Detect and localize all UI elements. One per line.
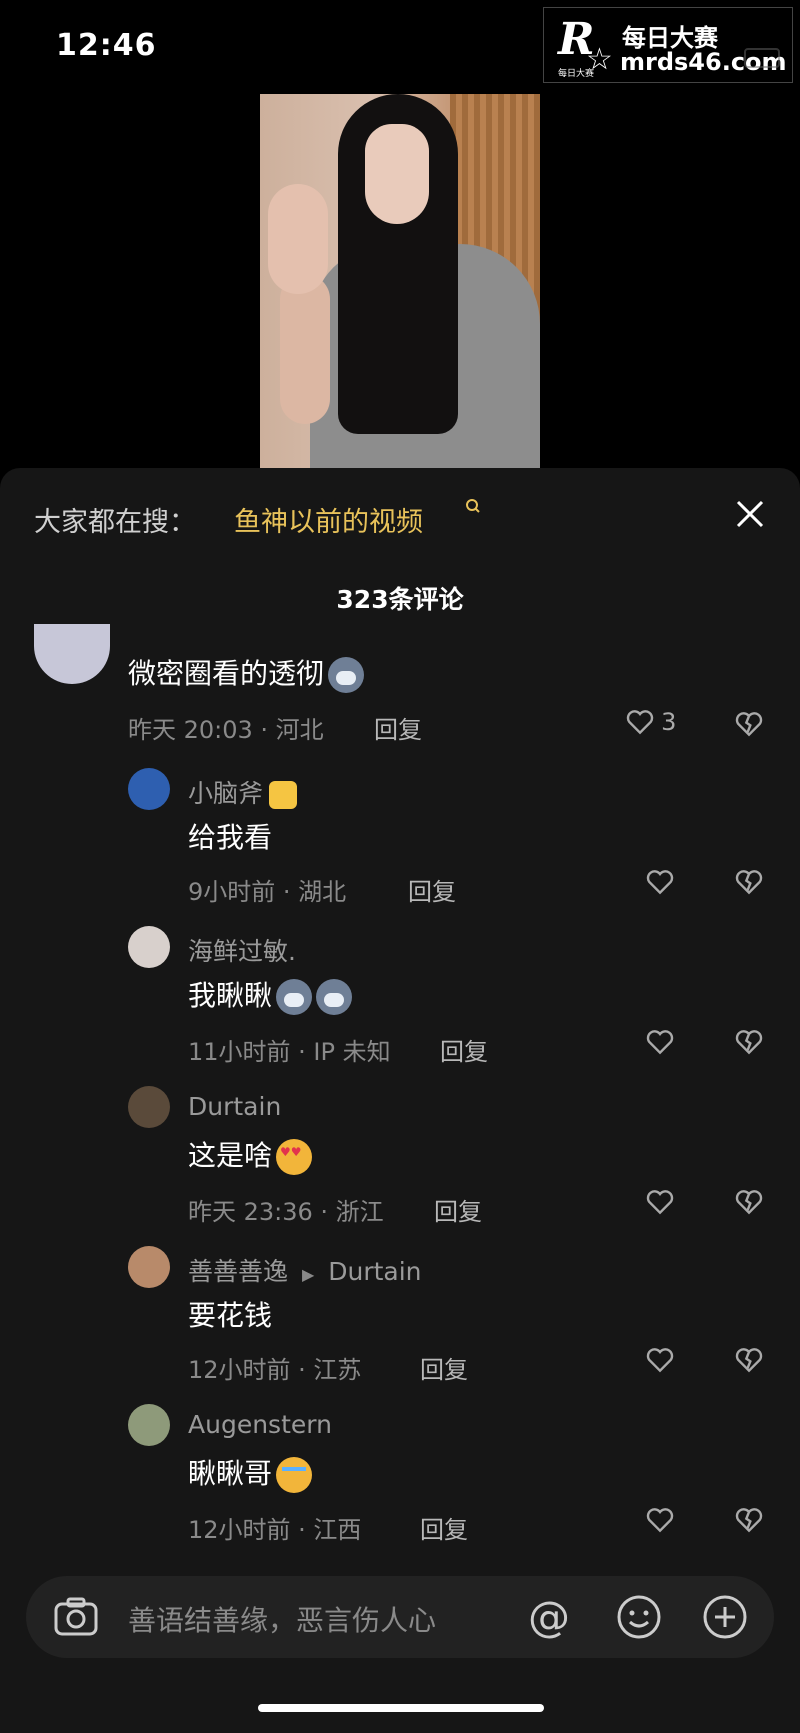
comment-text: 给我看: [188, 821, 273, 854]
search-icon[interactable]: [465, 498, 481, 525]
comment-text: 微密圈看的透彻: [128, 652, 365, 693]
comment-text-content: 瞅瞅哥: [188, 1457, 273, 1490]
dislike-icon[interactable]: [733, 1026, 767, 1060]
like-button[interactable]: 3: [624, 706, 694, 744]
reply-to-name: Durtain: [328, 1257, 422, 1286]
cat-emoji-icon: [269, 781, 298, 809]
video-figure-face: [365, 124, 429, 224]
emoji-icon[interactable]: [616, 1594, 662, 1644]
comment-text: 这是啥: [188, 1134, 313, 1175]
comment-meta: 昨天 20:03 · 河北: [128, 716, 324, 744]
comment-text-content: 我瞅瞅: [188, 979, 273, 1012]
play-arrow-icon: ▶: [301, 1265, 315, 1284]
comment-author: 小脑斧: [188, 774, 298, 810]
comment-text-content: 这是啥: [188, 1139, 273, 1172]
dislike-icon[interactable]: [733, 866, 767, 900]
video-figure-arm: [280, 274, 330, 424]
dislike-icon[interactable]: [733, 1504, 767, 1538]
comment-meta: 9小时前 · 湖北: [188, 878, 347, 906]
avatar[interactable]: [128, 1086, 170, 1128]
watermark-logo: R ☆ 每日大赛 每日大赛 mrds46.com: [543, 7, 793, 83]
comment-meta: 昨天 23:36 · 浙江: [188, 1198, 384, 1226]
comment-text: 瞅瞅哥: [188, 1452, 313, 1493]
dislike-icon[interactable]: [733, 1344, 767, 1378]
heart-icon[interactable]: [644, 866, 678, 900]
search-suggest-keyword[interactable]: 鱼神以前的视频: [234, 500, 423, 539]
comment-author: Durtain: [188, 1092, 282, 1121]
comment-meta: 11小时前 · IP 未知: [188, 1038, 391, 1066]
crying-emoji-icon: [276, 1457, 313, 1493]
close-icon[interactable]: [730, 494, 770, 534]
comments-count: 323条评论: [336, 585, 464, 614]
comment-text-content: 微密圈看的透彻: [128, 657, 325, 690]
reply-button[interactable]: 回复: [434, 1192, 482, 1227]
watermark-small: 每日大赛: [558, 69, 595, 79]
comment-author: 善善善逸 ▶ Durtain: [188, 1252, 422, 1288]
heart-icon: [626, 710, 654, 735]
comment-author: Augenstern: [188, 1410, 332, 1439]
comment-input[interactable]: 善语结善缘，恶言伤人心: [128, 1599, 436, 1639]
comment-text: 我瞅瞅: [188, 974, 353, 1015]
comment-meta: 12小时前 · 江苏: [188, 1356, 362, 1384]
author-name: 善善善逸: [188, 1257, 289, 1286]
reply-button[interactable]: 回复: [374, 710, 422, 745]
reply-button[interactable]: 回复: [408, 872, 456, 907]
cat-emoji-icon: [328, 657, 365, 693]
camera-icon[interactable]: [52, 1596, 100, 1642]
battery-icon: [744, 48, 780, 68]
cat-emoji-icon: [276, 979, 313, 1015]
video-preview[interactable]: [260, 94, 540, 468]
home-indicator[interactable]: [258, 1704, 544, 1712]
heart-icon[interactable]: [644, 1186, 678, 1220]
comment-text: 要花钱: [188, 1299, 273, 1332]
avatar[interactable]: [128, 1246, 170, 1288]
cat-emoji-icon: [316, 979, 353, 1015]
heart-icon[interactable]: [644, 1504, 678, 1538]
comment-author: 海鲜过敏.: [188, 937, 296, 966]
reply-button[interactable]: 回复: [420, 1510, 468, 1545]
add-icon[interactable]: [702, 1594, 748, 1644]
comments-sheet: [0, 468, 800, 1733]
status-time: 12:46: [56, 28, 157, 63]
avatar[interactable]: [128, 768, 170, 810]
search-suggest-label: 大家都在搜：: [34, 507, 196, 538]
dislike-icon[interactable]: [733, 1186, 767, 1220]
video-figure-hand: [268, 184, 328, 294]
reply-button[interactable]: 回复: [420, 1350, 468, 1385]
heart-icon[interactable]: [644, 1344, 678, 1378]
like-count: 3: [661, 708, 677, 736]
mention-icon[interactable]: @: [528, 1592, 570, 1641]
heart-eyes-emoji-icon: [276, 1139, 313, 1175]
reply-button[interactable]: 回复: [440, 1032, 488, 1067]
avatar[interactable]: [128, 926, 170, 968]
author-name: 小脑斧: [188, 779, 264, 808]
heart-icon[interactable]: [644, 1026, 678, 1060]
dislike-icon[interactable]: [733, 708, 767, 742]
comment-meta: 12小时前 · 江西: [188, 1516, 362, 1544]
avatar[interactable]: [128, 1404, 170, 1446]
